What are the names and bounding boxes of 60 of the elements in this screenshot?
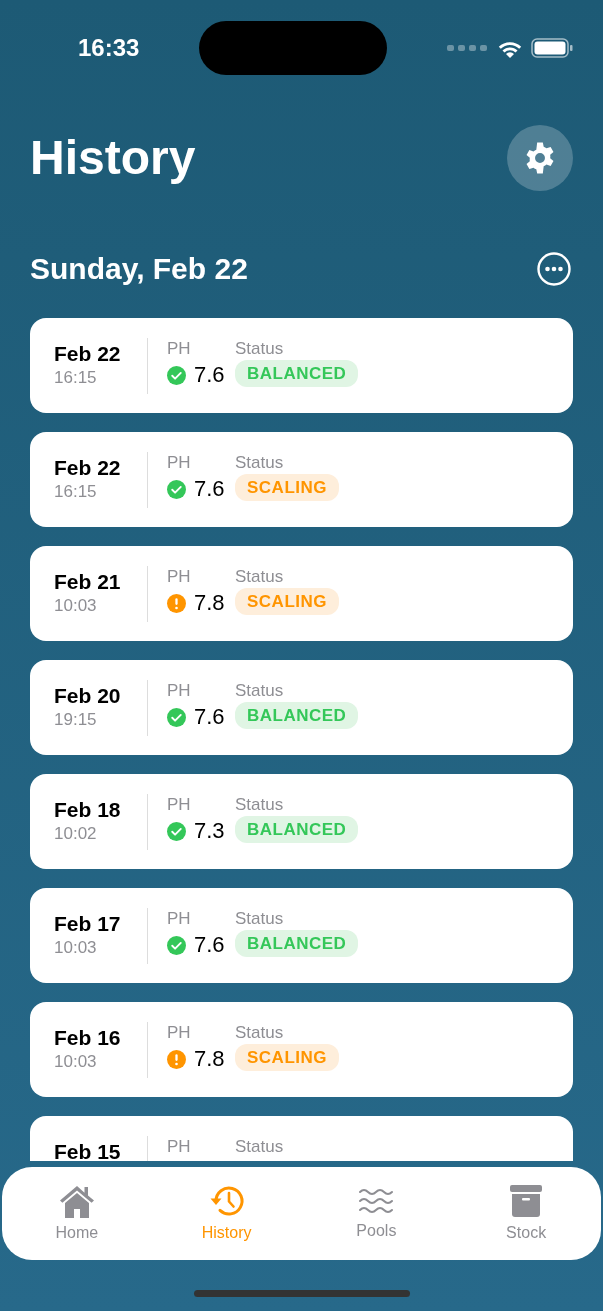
status-badge: SCALING (235, 1044, 339, 1071)
status-label: Status (235, 452, 284, 474)
entry-time: 10:03 (54, 1051, 98, 1073)
entry-date: Feb 20 (54, 683, 122, 709)
history-card[interactable]: Feb 22 16:15 PH 7.6 Status BALANCED (30, 318, 573, 413)
status-badge: BALANCED (235, 702, 359, 729)
status-label: Status (235, 908, 284, 930)
status-badge: BALANCED (235, 816, 359, 843)
battery-icon (531, 38, 573, 58)
signal-icon (447, 45, 489, 51)
status-badge: SCALING (235, 474, 339, 501)
status-badge: SCALING (235, 588, 339, 615)
ph-value: 7.3 (194, 817, 225, 845)
ph-value: 7.8 (194, 1045, 225, 1073)
entry-time: 10:03 (54, 937, 98, 959)
entry-date: Feb 22 (54, 455, 122, 481)
entry-date: Feb 17 (54, 911, 122, 937)
ph-label: PH (167, 566, 192, 588)
status-badge: BALANCED (235, 360, 359, 387)
history-card[interactable]: Feb 15 PH Status (30, 1116, 573, 1161)
entry-time: 16:15 (54, 481, 98, 503)
history-card[interactable]: Feb 18 10:02 PH 7.3 Status BALANCED (30, 774, 573, 869)
entry-date: Feb 16 (54, 1025, 122, 1051)
status-label: Status (235, 566, 284, 588)
history-card[interactable]: Feb 22 16:15 PH 7.6 Status SCALING (30, 432, 573, 527)
status-label: Status (235, 338, 284, 360)
ph-label: PH (167, 1022, 192, 1044)
status-label: Status (235, 794, 284, 816)
status-label: Status (235, 1136, 284, 1158)
entry-time: 16:15 (54, 367, 98, 389)
history-card[interactable]: Feb 16 10:03 PH 7.8 Status SCALING (30, 1002, 573, 1097)
entry-time: 10:02 (54, 823, 98, 845)
section-title: Sunday, Feb 22 (30, 251, 248, 287)
entry-date: Feb 15 (54, 1139, 122, 1161)
ph-label: PH (167, 680, 192, 702)
entry-date: Feb 21 (54, 569, 122, 595)
ph-value: 7.6 (194, 931, 225, 959)
ph-value: 7.6 (194, 703, 225, 731)
more-button[interactable] (537, 252, 571, 286)
history-card[interactable]: Feb 20 19:15 PH 7.6 Status BALANCED (30, 660, 573, 755)
ph-label: PH (167, 452, 192, 474)
page-title: History (30, 130, 196, 187)
more-icon (537, 252, 571, 286)
history-card[interactable]: Feb 17 10:03 PH 7.6 Status BALANCED (30, 888, 573, 983)
status-badge: BALANCED (235, 930, 359, 957)
status-label: Status (235, 1022, 284, 1044)
entry-date: Feb 22 (54, 341, 122, 367)
status-label: Status (235, 680, 284, 702)
ph-value: 7.6 (194, 475, 225, 503)
entry-date: Feb 18 (54, 797, 122, 823)
history-card[interactable]: Feb 21 10:03 PH 7.8 Status SCALING (30, 546, 573, 641)
ph-label: PH (167, 794, 192, 816)
entry-time: 10:03 (54, 595, 98, 617)
clock: 16:33 (78, 33, 140, 63)
ph-label: PH (167, 908, 192, 930)
ph-label: PH (167, 1136, 192, 1158)
ph-value: 7.8 (194, 589, 225, 617)
entry-time: 19:15 (54, 709, 98, 731)
ph-value: 7.6 (194, 361, 225, 389)
ph-label: PH (167, 338, 192, 360)
